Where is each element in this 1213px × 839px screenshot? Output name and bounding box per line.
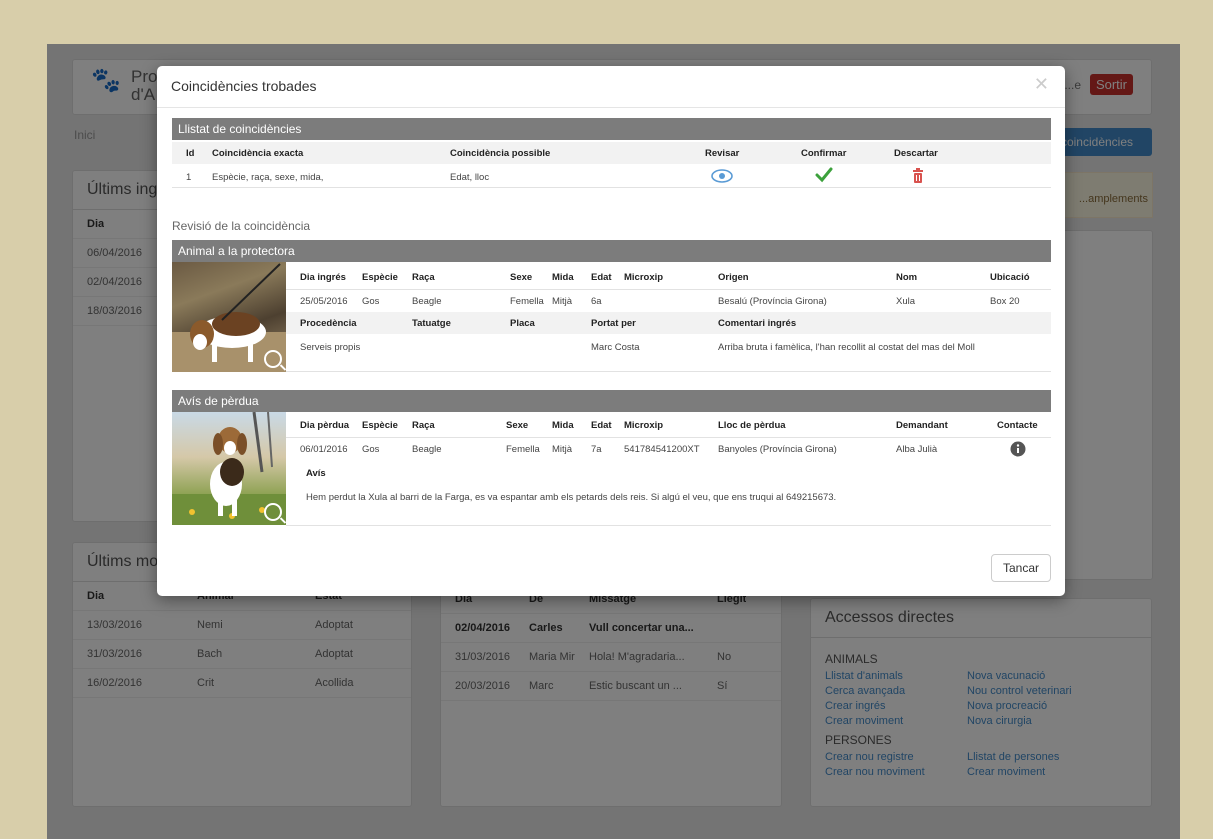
matches-table: Id Coincidència exacta Coincidència poss… [172,142,1051,190]
modal-header: Coincidències trobades ✕ [157,66,1065,108]
review-title: Revisió de la coincidència [172,219,311,233]
matches-section-title: Llistat de coincidències [172,118,1051,140]
value-size: Mitjà [552,444,573,455]
shelter-section-title: Animal a la protectora [172,240,1051,262]
header-id: Id [186,148,195,159]
contact-info-icon[interactable] [1010,441,1026,460]
modal-title: Coincidències trobades [171,78,317,94]
header-species: Espècie [362,272,398,283]
row-id: 1 [186,172,192,183]
header-discard: Descartar [894,148,938,159]
table-header: Dia pèrdua Espècie Raça Sexe Mida Edat M… [286,414,1051,436]
header-microchip: Microxip [624,420,664,431]
divider [286,525,1051,526]
value-provenance: Serveis propis [300,342,361,353]
header-contact: Contacte [997,420,1038,431]
coincidences-modal: Coincidències trobades ✕ Llistat de coin… [157,66,1065,596]
header-provenance: Procedència [300,318,357,329]
value-species: Gos [362,444,380,455]
header-origin: Origen [718,272,749,283]
close-button[interactable]: Tancar [991,554,1051,582]
header-exact: Coincidència exacta [212,148,304,159]
header-plate: Placa [510,318,535,329]
value-entry-date: 25/05/2016 [300,296,348,307]
value-age: 6a [591,296,602,307]
value-entry-comment: Arriba bruta i famèlica, l'han recollit … [718,342,975,353]
header-tattoo: Tatuatge [412,318,451,329]
header-breed: Raça [412,420,435,431]
value-origin: Besalú (Província Girona) [718,296,827,307]
header-possible: Coincidència possible [450,148,551,159]
value-sex: Femella [510,296,544,307]
notice-label: Avís [306,468,326,479]
value-name: Xula [896,296,916,307]
header-species: Espècie [362,420,398,431]
header-requester: Demandant [896,420,948,431]
header-review: Revisar [705,148,740,159]
header-loss-place: Lloc de pèrdua [718,420,786,431]
header-confirm: Confirmar [801,148,847,159]
header-age: Edat [591,420,612,431]
value-lost-date: 06/01/2016 [300,444,348,455]
header-size: Mida [552,272,574,283]
header-age: Edat [591,272,612,283]
table-header: Id Coincidència exacta Coincidència poss… [172,142,1051,164]
lost-dog-photo[interactable] [172,412,286,525]
value-loss-place: Banyoles (Província Girona) [718,444,837,455]
zoom-icon[interactable] [264,503,282,521]
value-breed: Beagle [412,296,442,307]
value-age: 7a [591,444,602,455]
value-size: Mitjà [552,296,573,307]
value-species: Gos [362,296,380,307]
header-size: Mida [552,420,574,431]
lost-section-title: Avís de pèrdua [172,390,1051,412]
value-sex: Femella [506,444,540,455]
row-possible: Edat, lloc [450,172,490,183]
confirm-check-icon[interactable] [815,167,833,186]
value-microchip: 541784541200XT [624,444,700,455]
zoom-icon[interactable] [264,350,282,368]
header-microchip: Microxip [624,272,664,283]
table-header: Dia ingrés Espècie Raça Sexe Mida Edat M… [286,266,1051,288]
table-header: Procedència Tatuatge Placa Portat per Co… [286,312,1051,334]
notice-text-row: Hem perdut la Xula al barri de la Farga,… [286,486,1051,508]
divider [286,371,1051,372]
value-location: Box 20 [990,296,1020,307]
table-row: 06/01/2016 Gos Beagle Femella Mitjà 7a 5… [286,437,1051,459]
header-location: Ubicació [990,272,1030,283]
notice-text: Hem perdut la Xula al barri de la Farga,… [306,492,837,503]
header-lost-date: Dia pèrdua [300,420,350,431]
shelter-table: Dia ingrés Espècie Raça Sexe Mida Edat M… [286,262,1051,372]
review-eye-icon[interactable] [711,169,733,186]
discard-trash-icon[interactable] [912,168,924,186]
close-icon[interactable]: ✕ [1034,74,1049,95]
header-name: Nom [896,272,918,283]
header-entry-comment: Comentari ingrés [718,318,797,329]
table-row: Serveis propis Marc Costa Arriba bruta i… [286,336,1051,358]
header-entry-date: Dia ingrés [300,272,346,283]
header-sex: Sexe [510,272,533,283]
value-requester: Alba Julià [896,444,938,455]
table-row[interactable]: 1 Espècie, raça, sexe, mida, Edat, lloc [172,166,1051,188]
value-brought-by: Marc Costa [591,342,640,353]
value-breed: Beagle [412,444,442,455]
notice-label-row: Avís [286,462,1051,484]
shelter-dog-photo[interactable] [172,262,286,372]
row-exact: Espècie, raça, sexe, mida, [212,172,324,183]
header-brought-by: Portat per [591,318,636,329]
header-breed: Raça [412,272,435,283]
table-row: 25/05/2016 Gos Beagle Femella Mitjà 6a B… [286,289,1051,311]
header-sex: Sexe [506,420,529,431]
lost-table: Dia pèrdua Espècie Raça Sexe Mida Edat M… [286,412,1051,525]
